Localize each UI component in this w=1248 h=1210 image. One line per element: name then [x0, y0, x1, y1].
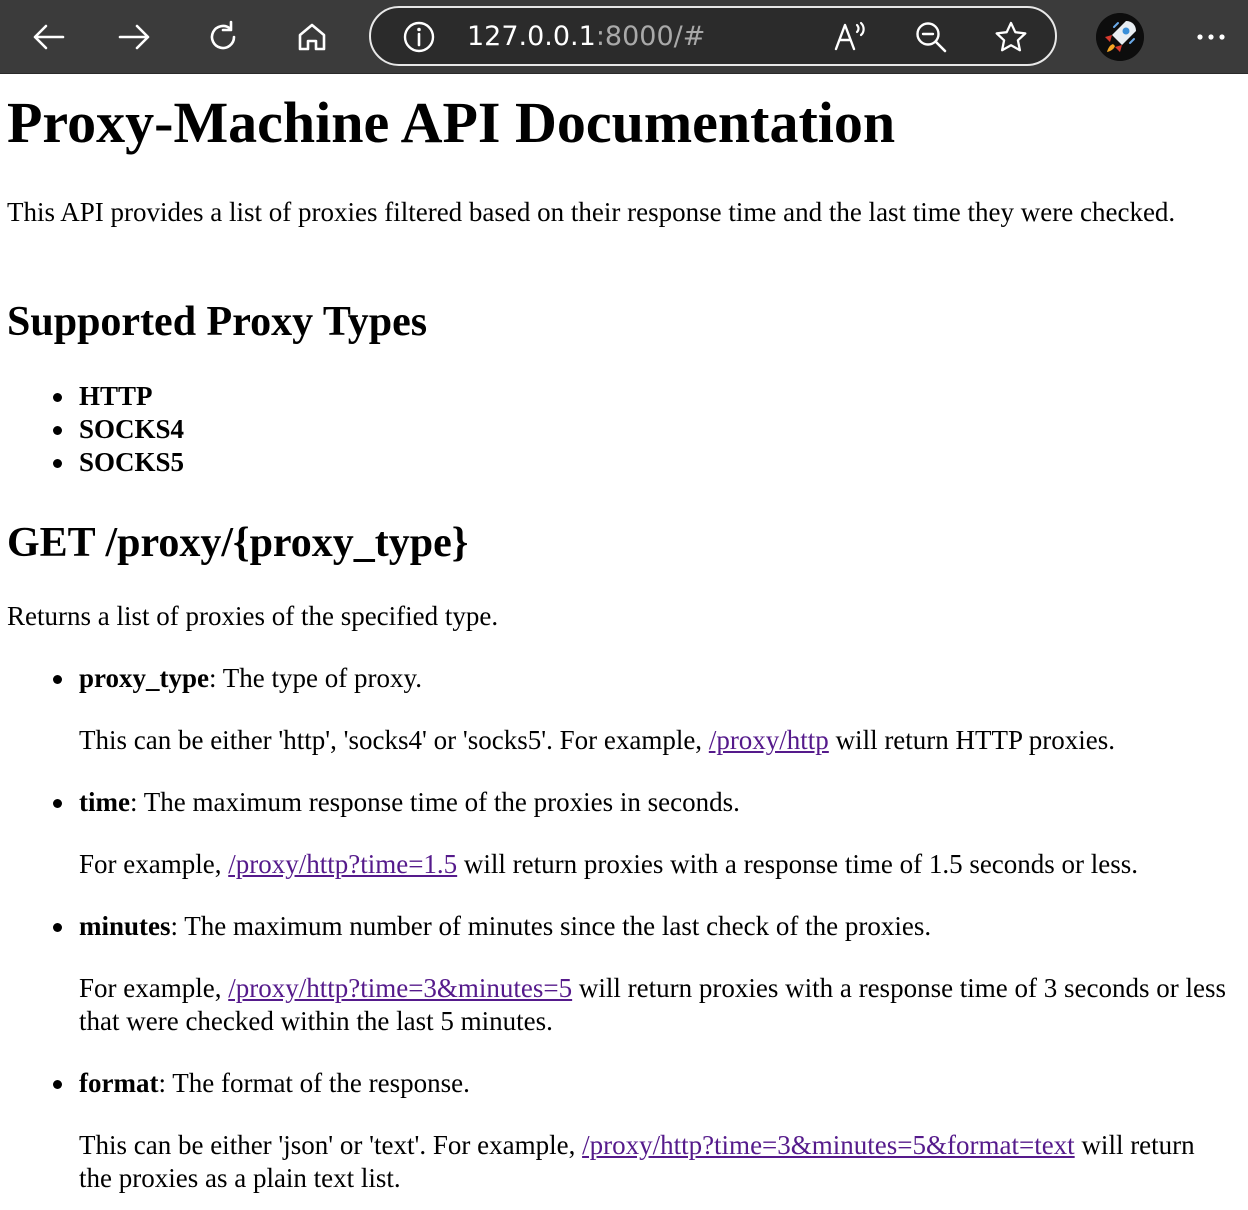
- parameters-list: proxy_type: The type of proxy. This can …: [0, 662, 1240, 1210]
- example-link-time[interactable]: /proxy/http?time=1.5: [228, 849, 457, 879]
- detail-text: will return HTTP proxies.: [828, 725, 1116, 755]
- param-name: proxy_type: [79, 663, 210, 693]
- param-summary: : The maximum response time of the proxi…: [129, 787, 740, 817]
- page-content: Proxy-Machine API Documentation This API…: [0, 74, 1248, 1210]
- read-aloud-icon[interactable]: [831, 17, 871, 57]
- param-time: time: The maximum response time of the p…: [0, 786, 1240, 881]
- browser-toolbar: 127.0.0.1:8000/#: [0, 0, 1248, 74]
- example-link-format[interactable]: /proxy/http?time=3&minutes=5&format=text: [582, 1130, 1075, 1160]
- param-detail: This can be either 'http', 'socks4' or '…: [79, 724, 1229, 757]
- list-item: HTTP: [0, 380, 184, 413]
- proxy-types-list: HTTP SOCKS4 SOCKS5: [0, 380, 184, 479]
- param-minutes: minutes: The maximum number of minutes s…: [0, 910, 1240, 1038]
- param-detail: This can be either 'json' or 'text'. For…: [79, 1129, 1229, 1195]
- intro-paragraph: This API provides a list of proxies filt…: [7, 197, 1176, 227]
- url-text[interactable]: 127.0.0.1:8000/#: [467, 22, 705, 52]
- rocket-avatar[interactable]: [1096, 13, 1144, 61]
- endpoint-description: Returns a list of proxies of the specifi…: [7, 601, 499, 631]
- refresh-icon[interactable]: [200, 14, 246, 60]
- address-bar[interactable]: 127.0.0.1:8000/#: [369, 6, 1057, 66]
- list-item: SOCKS4: [0, 413, 184, 446]
- param-format: format: The format of the response. This…: [0, 1067, 1240, 1195]
- param-name: format: [79, 1068, 159, 1098]
- info-icon[interactable]: [399, 17, 439, 57]
- star-icon[interactable]: [991, 17, 1031, 57]
- detail-text: This can be either 'json' or 'text'. For…: [79, 1130, 583, 1160]
- param-detail: For example, /proxy/http?time=3&minutes=…: [79, 972, 1229, 1038]
- more-icon[interactable]: [1188, 14, 1234, 60]
- param-summary: : The format of the response.: [158, 1068, 470, 1098]
- home-icon[interactable]: [289, 14, 335, 60]
- param-summary: : The maximum number of minutes since th…: [170, 911, 932, 941]
- url-path: :8000/#: [595, 21, 706, 52]
- example-link-minutes[interactable]: /proxy/http?time=3&minutes=5: [228, 973, 572, 1003]
- param-detail: For example, /proxy/http?time=1.5 will r…: [79, 848, 1229, 881]
- detail-text: For example,: [79, 849, 229, 879]
- list-item: SOCKS5: [0, 446, 184, 479]
- detail-text: This can be either 'http', 'socks4' or '…: [79, 725, 709, 755]
- detail-text: For example,: [79, 973, 229, 1003]
- arrow-right-icon[interactable]: [112, 14, 158, 60]
- param-name: time: [79, 787, 130, 817]
- types-heading: Supported Proxy Types: [7, 299, 428, 345]
- url-host: 127.0.0.1: [467, 21, 596, 52]
- param-proxy-type: proxy_type: The type of proxy. This can …: [0, 662, 1240, 757]
- arrow-left-icon[interactable]: [25, 14, 71, 60]
- param-name: minutes: [79, 911, 171, 941]
- zoom-out-icon[interactable]: [911, 17, 951, 57]
- param-summary: : The type of proxy.: [209, 663, 422, 693]
- endpoint-heading: GET /proxy/{proxy_type}: [7, 520, 469, 566]
- page-title: Proxy-Machine API Documentation: [7, 90, 896, 155]
- detail-text: will return proxies with a response time…: [457, 849, 1139, 879]
- example-link-proxy-http[interactable]: /proxy/http: [709, 725, 829, 755]
